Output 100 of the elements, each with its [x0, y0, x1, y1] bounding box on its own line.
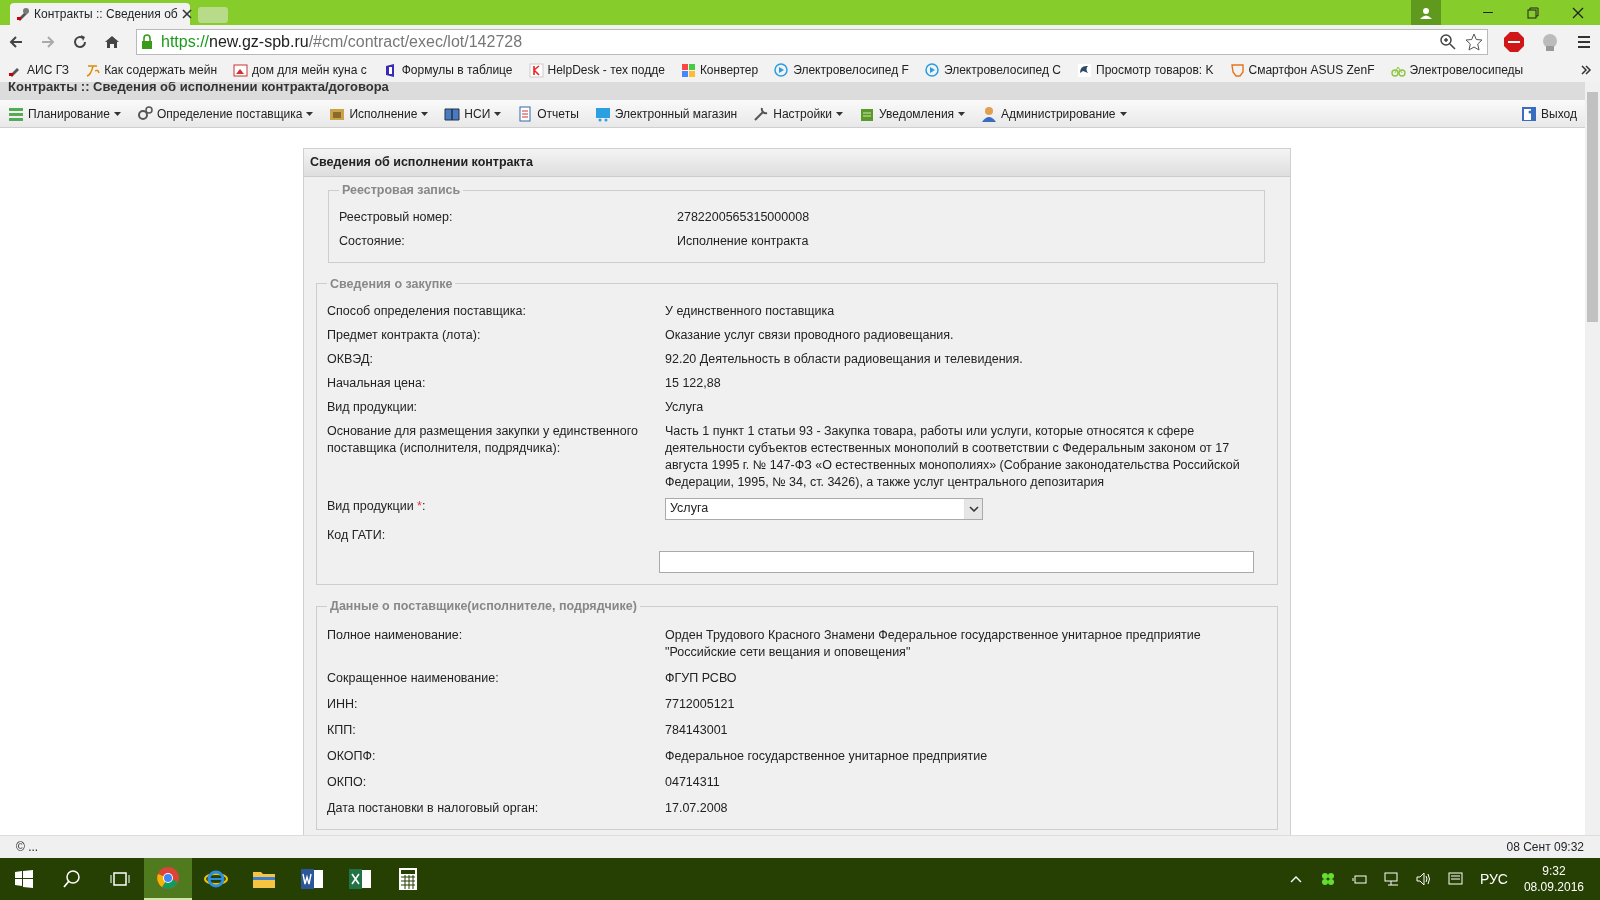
bookmark-link[interactable]: Электровелосипед C — [943, 61, 1061, 79]
section-legend: Реестровая запись — [339, 180, 464, 200]
restore-icon — [1524, 4, 1541, 21]
bookmark-link[interactable]: Конвертер — [699, 61, 759, 79]
speaker-icon[interactable] — [1415, 871, 1432, 887]
field-value: Исполнение контракта — [677, 233, 810, 250]
field-label: ОКВЭД: — [327, 350, 374, 368]
exit-door-icon — [1521, 105, 1538, 122]
menu-item[interactable]: Планирование — [28, 104, 121, 123]
field-value: У единственного поставщика — [665, 302, 836, 320]
profile-button[interactable] — [1411, 0, 1441, 25]
extension-icon[interactable] — [1540, 31, 1560, 52]
caret-icon — [958, 111, 966, 116]
field-value: 04714311 — [665, 773, 721, 791]
field-value: Орден Трудового Красного Знамени Федеральное государственное унитарное предприятие "Российские сети вещания и оповещения" — [665, 626, 1202, 661]
field-value: 7712005121 — [665, 695, 736, 713]
bookmark-link[interactable]: Электровелосипеды — [1409, 61, 1524, 79]
field-label: Состояние: — [339, 233, 406, 250]
field-label: ОКОПФ: — [327, 747, 377, 765]
padlock-icon — [141, 34, 153, 49]
menu-item[interactable]: Исполнение — [349, 104, 429, 123]
network-icon[interactable] — [1383, 871, 1400, 887]
notification-icon[interactable] — [1447, 871, 1464, 887]
field-label: Дата постановки в налоговый орган: — [327, 799, 540, 817]
field-label: ОКПО: — [327, 773, 368, 791]
close-icon[interactable] — [181, 9, 192, 19]
gears-icon — [136, 105, 153, 122]
spreadsheet-icon — [348, 867, 372, 891]
play-circle-icon — [774, 62, 790, 78]
gati-code-field[interactable] — [659, 550, 1254, 573]
menu-item[interactable]: Определение поставщика — [156, 104, 314, 123]
back-icon[interactable] — [8, 33, 24, 50]
clover-icon[interactable] — [1319, 871, 1336, 887]
book-icon — [444, 105, 461, 122]
field-value: 784143001 — [665, 721, 729, 739]
field-label: Способ определения поставщика: — [327, 302, 527, 320]
home-icon[interactable] — [104, 33, 120, 50]
menu-item[interactable]: НСИ — [464, 104, 502, 123]
grid-icon — [680, 62, 696, 78]
chevrons-icon[interactable] — [1580, 64, 1592, 76]
field-label: Вид продукции: — [327, 398, 419, 416]
menu-item[interactable]: Настройки — [773, 104, 844, 123]
field-label: Реестровый номер: — [339, 209, 454, 226]
wrench-icon — [753, 105, 770, 122]
bookmark-link[interactable]: HelpDesk - тех подде — [547, 61, 665, 79]
section-legend: Данные о поставщике(исполнителе, подрядчике) — [327, 597, 640, 616]
menu-item[interactable]: Отчеты — [537, 104, 579, 123]
picture-icon — [233, 62, 249, 78]
menu-icon[interactable] — [1576, 33, 1592, 50]
bookmark-link[interactable]: Формулы в таблице — [401, 61, 513, 79]
minimize-icon — [1482, 11, 1493, 14]
play-circle-icon — [924, 62, 940, 78]
field-value: 2782200565315000008 — [677, 209, 811, 226]
chrome-icon — [156, 866, 180, 890]
bookmark-link[interactable]: Электровелосипед F — [793, 61, 909, 79]
search-icon[interactable] — [62, 869, 82, 889]
bookmark-link[interactable]: Просмотр товаров: K — [1096, 61, 1214, 79]
bookmark-link[interactable]: Смартфон ASUS ZenF — [1248, 61, 1375, 79]
taskbar-clock[interactable]: 9:32 08.09.2016 — [1523, 863, 1584, 895]
field-value: Услуга — [665, 398, 705, 416]
browser-tab[interactable]: Контракты :: Сведения об — [10, 3, 190, 25]
field-label: ИНН: — [327, 695, 359, 713]
reload-icon[interactable] — [72, 33, 88, 50]
field-value: Оказание услуг связи проводного радиовещания. — [665, 326, 955, 344]
language-indicator[interactable]: РУС — [1479, 868, 1508, 890]
windows-icon[interactable] — [14, 869, 34, 889]
field-label: Основание для размещения закупки у единственного поставщика (исполнителя, подрядчика): — [327, 422, 639, 457]
star-icon[interactable] — [1465, 32, 1483, 51]
tools-icon — [16, 7, 30, 21]
calculator-icon — [396, 867, 420, 891]
stop-sign-icon[interactable] — [1504, 31, 1524, 52]
bookmark-link[interactable]: дом для мейн куна с — [252, 61, 367, 79]
menu-item[interactable]: Администрирование — [1001, 104, 1127, 123]
task-view-icon[interactable] — [110, 869, 130, 889]
field-label: Код ГАТИ: — [327, 526, 387, 544]
list-icon — [8, 105, 24, 122]
caret-icon — [494, 111, 502, 116]
exit-link[interactable]: Выход — [1541, 104, 1577, 123]
field-value: 92.20 Деятельность в области радиовещания и телевидения. — [665, 350, 1024, 368]
field-value: 17.07.2008 — [665, 799, 729, 817]
caret-icon — [836, 111, 844, 116]
menu-item[interactable]: Уведомления — [879, 104, 966, 123]
product-type-select[interactable]: Услуга — [665, 497, 983, 520]
scrollbar[interactable] — [1585, 82, 1600, 835]
bookmark-link[interactable]: АИС ГЗ — [27, 61, 70, 79]
section-legend: Сведения о закупке — [327, 274, 456, 294]
word-icon — [300, 867, 324, 891]
cart-icon — [594, 105, 611, 122]
field-label: Вид продукции *: — [327, 497, 427, 515]
chevron-down-icon — [968, 505, 979, 512]
panel-title: Сведения об исполнении контракта — [304, 149, 1290, 177]
field-value: 15 122,88 — [665, 374, 722, 392]
bookmark-link[interactable]: Как содержать мейн — [104, 61, 218, 79]
status-datetime: 08 Сент 09:32 — [1506, 839, 1584, 856]
letter-icon — [85, 62, 101, 78]
field-label: Сокращенное наименование: — [327, 669, 500, 687]
field-label: Начальная цена: — [327, 374, 427, 392]
menu-item[interactable]: Электронный магазин — [614, 104, 738, 123]
field-value: Федеральное государственное унитарное предприятие — [665, 747, 989, 765]
zoom-icon[interactable] — [1439, 32, 1457, 51]
